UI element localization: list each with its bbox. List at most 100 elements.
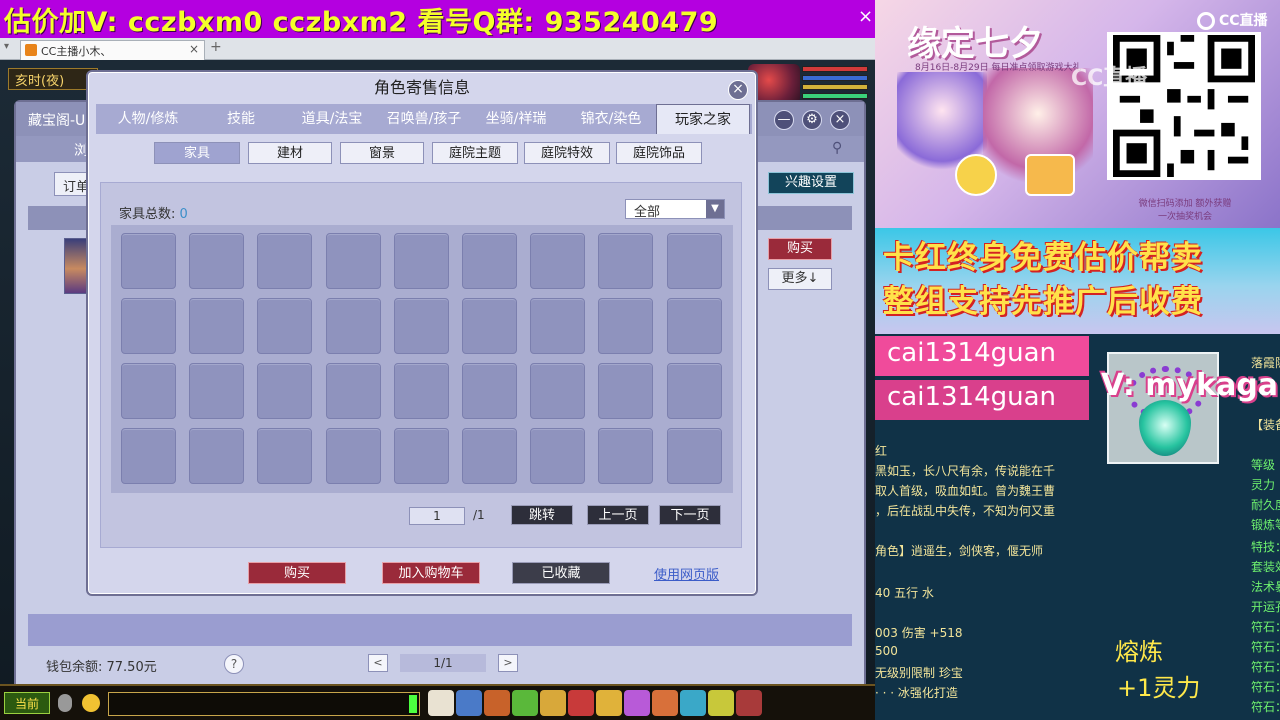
system-icon[interactable] [680, 690, 706, 716]
browser-tab-bar: ▾ CC主播小木、 × + [0, 38, 875, 60]
furniture-slot[interactable] [121, 363, 176, 419]
subtab-furniture[interactable]: 家具 [154, 142, 240, 164]
item-stat-line: 等级 16 [1251, 458, 1280, 472]
item-description-line: 500 [875, 644, 898, 658]
task-icon[interactable] [596, 690, 622, 716]
furniture-slot[interactable] [121, 428, 176, 484]
skill-icon[interactable] [568, 690, 594, 716]
item-icon[interactable] [484, 690, 510, 716]
furniture-slot[interactable] [393, 428, 449, 484]
item-stat-line: 符石： [1251, 640, 1280, 654]
browser-tab[interactable]: CC主播小木、 × [20, 40, 205, 60]
next-page-button[interactable]: 下一页 [659, 505, 721, 525]
furniture-slot[interactable] [598, 233, 654, 289]
furniture-slot[interactable] [666, 233, 722, 289]
banner-close-icon[interactable]: × [858, 6, 873, 27]
furniture-slot[interactable] [598, 363, 654, 419]
tab-close-icon[interactable]: × [189, 42, 199, 56]
tab-costumes[interactable]: 锦衣/染色 [566, 104, 656, 134]
subtab-window-view[interactable]: 窗景 [340, 142, 424, 164]
listing-buy-button[interactable]: 购买 [768, 238, 832, 260]
subtab-courtyard-ornaments[interactable]: 庭院饰品 [616, 142, 702, 164]
emoji-icon[interactable] [82, 694, 100, 712]
top-banner: 估价加V: cczbxm0 cczbxm2 看号Q群: 935240479 [0, 0, 875, 38]
tab-character[interactable]: 人物/修炼 [96, 104, 200, 134]
furniture-slot[interactable] [325, 298, 381, 354]
furniture-slot[interactable] [393, 233, 449, 289]
prev-page-button[interactable]: 上一页 [587, 505, 649, 525]
sword-icon[interactable] [456, 690, 482, 716]
chat-channel-button[interactable]: 当前 [4, 692, 50, 714]
furniture-slot[interactable] [598, 428, 654, 484]
list-next-page-button[interactable]: > [498, 654, 518, 672]
wallet-balance: 钱包余额: 77.50元 [46, 660, 157, 675]
furniture-slot[interactable] [121, 298, 176, 354]
friend-icon[interactable] [652, 690, 678, 716]
item-description-line: 角色】逍遥生，剑侠客，偃无师 [875, 544, 1044, 558]
furniture-slot[interactable] [121, 233, 176, 289]
furniture-filter-select[interactable]: 全部 ▼ [625, 199, 725, 220]
tab-items[interactable]: 道具/法宝 [282, 104, 382, 134]
subtab-courtyard-effects[interactable]: 庭院特效 [524, 142, 610, 164]
favorited-button[interactable]: 已收藏 [512, 562, 610, 584]
team-icon[interactable] [512, 690, 538, 716]
guild-icon[interactable] [624, 690, 650, 716]
furniture-slot[interactable] [325, 428, 381, 484]
furniture-slot[interactable] [530, 298, 586, 354]
listing-more-button[interactable]: 更多↓ [768, 268, 832, 290]
furniture-slot[interactable] [666, 428, 722, 484]
tab-skills[interactable]: 技能 [200, 104, 282, 134]
furniture-slot[interactable] [257, 428, 313, 484]
minimize-button[interactable]: — [774, 110, 794, 130]
furniture-slot[interactable] [462, 298, 517, 354]
furniture-slot[interactable] [257, 233, 313, 289]
anger-bar [802, 84, 868, 90]
add-to-cart-button[interactable]: 加入购物车 [382, 562, 480, 584]
gift-icon[interactable] [540, 690, 566, 716]
furniture-slot[interactable] [325, 363, 381, 419]
furniture-slot[interactable] [530, 428, 586, 484]
ad-badge-icon [955, 154, 997, 196]
furniture-slot[interactable] [189, 233, 245, 289]
tab-player-home[interactable]: 玩家之家 [656, 104, 750, 134]
furniture-slot[interactable] [530, 233, 586, 289]
tab-summons[interactable]: 召唤兽/孩子 [382, 104, 466, 134]
furniture-slot[interactable] [189, 363, 245, 419]
furniture-slot[interactable] [189, 298, 245, 354]
furniture-slot[interactable] [666, 363, 722, 419]
shop-icon[interactable] [708, 690, 734, 716]
new-tab-icon[interactable]: + [210, 39, 222, 55]
furniture-slot[interactable] [189, 428, 245, 484]
subtab-building-materials[interactable]: 建材 [248, 142, 332, 164]
furniture-slot[interactable] [325, 233, 381, 289]
furniture-slot[interactable] [462, 363, 517, 419]
settings-icon[interactable] [736, 690, 762, 716]
interest-settings-button[interactable]: 兴趣设置 [768, 172, 854, 194]
list-prev-page-button[interactable]: < [368, 654, 388, 672]
microphone-icon[interactable] [58, 694, 72, 712]
window-close-button[interactable]: × [830, 110, 850, 130]
web-version-link[interactable]: 使用网页版 [654, 564, 719, 583]
buy-button[interactable]: 购买 [248, 562, 346, 584]
help-icon[interactable]: ? [224, 654, 244, 674]
settings-button[interactable]: ⚙ [802, 110, 822, 130]
furniture-slot[interactable] [257, 298, 313, 354]
page-number-input[interactable]: 1 [409, 507, 465, 525]
furniture-slot[interactable] [598, 298, 654, 354]
tab-menu-icon[interactable]: ▾ [4, 41, 9, 52]
tab-mounts[interactable]: 坐骑/祥瑞 [466, 104, 566, 134]
furniture-slot[interactable] [530, 363, 586, 419]
jump-button[interactable]: 跳转 [511, 505, 573, 525]
chat-input-indicator [409, 695, 417, 713]
furniture-slot[interactable] [666, 298, 722, 354]
furniture-slot[interactable] [393, 298, 449, 354]
subtab-courtyard-theme[interactable]: 庭院主题 [432, 142, 518, 164]
furniture-slot[interactable] [257, 363, 313, 419]
furniture-slot[interactable] [462, 428, 517, 484]
furniture-slot[interactable] [462, 233, 517, 289]
chat-input[interactable] [108, 692, 420, 716]
pet-icon[interactable] [428, 690, 454, 716]
furniture-slot[interactable] [393, 363, 449, 419]
dialog-close-icon[interactable]: × [728, 80, 748, 100]
search-icon[interactable]: ⚲ [832, 140, 852, 158]
